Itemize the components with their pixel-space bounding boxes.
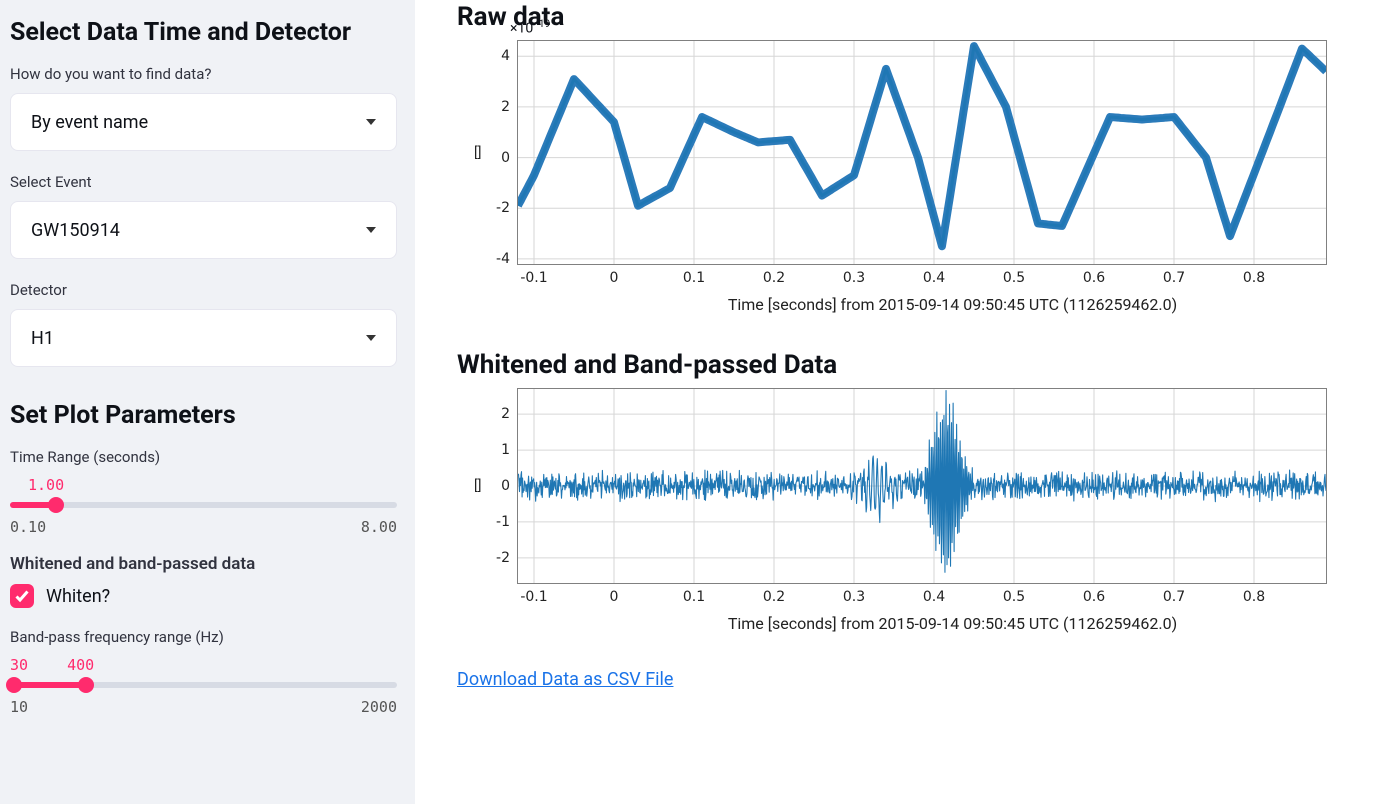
- bandpass-max: 2000: [361, 698, 397, 716]
- detector-value: H1: [31, 328, 54, 349]
- raw-y-label: []: [474, 145, 481, 161]
- find-data-label: How do you want to find data?: [10, 65, 397, 83]
- raw-y-offset: ×10−19: [510, 19, 550, 37]
- time-range-value: 1.00: [10, 476, 397, 494]
- whitened-chart: [] -0.100.10.20.30.40.50.60.70.8-2-1012 …: [517, 388, 1388, 633]
- sidebar-heading-select-data: Select Data Time and Detector: [10, 18, 397, 47]
- time-range-min: 0.10: [10, 518, 46, 536]
- bandpass-slider[interactable]: [10, 682, 397, 688]
- raw-x-label: Time [seconds] from 2015-09-14 09:50:45 …: [517, 295, 1388, 314]
- find-data-value: By event name: [31, 112, 148, 133]
- slider-thumb-icon[interactable]: [48, 497, 64, 513]
- raw-data-title: Raw data: [457, 2, 1388, 32]
- select-event-value: GW150914: [31, 220, 120, 241]
- bandpass-label: Band-pass frequency range (Hz): [10, 628, 397, 646]
- chevron-down-icon: [366, 119, 376, 125]
- main-content: Raw data ×10−19 [] -0.100.10.20.30.40.50…: [415, 0, 1400, 804]
- download-csv-link[interactable]: Download Data as CSV File: [457, 669, 673, 690]
- bandpass-min: 10: [10, 698, 28, 716]
- find-data-select[interactable]: By event name: [10, 93, 397, 151]
- check-icon: [14, 588, 30, 604]
- time-range-slider-group: Time Range (seconds) 1.00 0.10 8.00: [10, 448, 397, 536]
- bandpass-slider-group: Band-pass frequency range (Hz) 30 400 10…: [10, 628, 397, 716]
- select-event-select[interactable]: GW150914: [10, 201, 397, 259]
- whiten-heading: Whitened and band-passed data: [10, 554, 397, 574]
- slider-thumb-icon[interactable]: [78, 677, 94, 693]
- slider-thumb-icon[interactable]: [6, 677, 22, 693]
- time-range-label: Time Range (seconds): [10, 448, 397, 466]
- bandpass-high-value: 400: [67, 656, 94, 674]
- sidebar: Select Data Time and Detector How do you…: [0, 0, 415, 804]
- whitened-y-label: []: [474, 478, 481, 494]
- time-range-slider[interactable]: [10, 502, 397, 508]
- detector-label: Detector: [10, 281, 397, 299]
- select-event-label: Select Event: [10, 173, 397, 191]
- time-range-max: 8.00: [361, 518, 397, 536]
- whiten-checkbox-label: Whiten?: [46, 586, 110, 607]
- whiten-checkbox[interactable]: [10, 584, 34, 608]
- sidebar-heading-plot-params: Set Plot Parameters: [10, 401, 397, 430]
- detector-select[interactable]: H1: [10, 309, 397, 367]
- raw-chart: ×10−19 [] -0.100.10.20.30.40.50.60.70.8-…: [517, 40, 1388, 314]
- whitened-title: Whitened and Band-passed Data: [457, 350, 1388, 380]
- bandpass-low-value: 30: [10, 656, 28, 674]
- chevron-down-icon: [366, 227, 376, 233]
- chevron-down-icon: [366, 335, 376, 341]
- whitened-x-label: Time [seconds] from 2015-09-14 09:50:45 …: [517, 614, 1388, 633]
